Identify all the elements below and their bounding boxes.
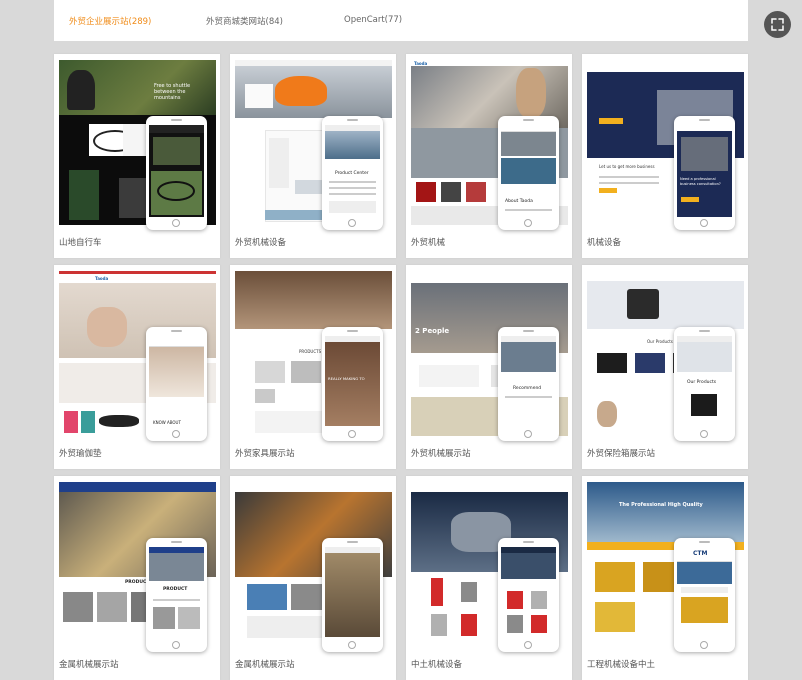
zoom-icon bbox=[771, 18, 784, 31]
template-caption: 金属机械展示站 bbox=[235, 660, 295, 670]
template-caption: 外贸机械 bbox=[411, 238, 446, 248]
thumb-heading: Our Products bbox=[647, 339, 673, 344]
mobile-preview: Product Center bbox=[322, 116, 383, 230]
template-caption: 外贸家具展示站 bbox=[235, 449, 295, 459]
template-card[interactable]: The Professional High Quality CTM 工程机械设备… bbox=[582, 476, 748, 680]
mobile-preview: About Taoda bbox=[498, 116, 559, 230]
template-card[interactable]: 2 People Recommend 外贸机械展示站 bbox=[406, 265, 572, 469]
template-card[interactable]: 金属机械展示站 bbox=[230, 476, 396, 680]
tab-mall-sites[interactable]: 外贸商城类网站(84) bbox=[206, 15, 283, 27]
template-card[interactable]: 中土机械设备 bbox=[406, 476, 572, 680]
template-caption: 机械设备 bbox=[587, 238, 622, 248]
template-caption: 外贸保险箱展示站 bbox=[587, 449, 656, 459]
phone-heading: Need a professional business consultatio… bbox=[680, 177, 721, 186]
template-card[interactable]: Free to shuttle between the mountains 山地… bbox=[54, 54, 220, 258]
template-caption: 金属机械展示站 bbox=[59, 660, 119, 670]
mobile-preview: PRODUCT bbox=[146, 538, 207, 652]
mobile-preview: KNOW ABOUT bbox=[146, 327, 207, 441]
mobile-preview: Need a professional business consultatio… bbox=[674, 116, 735, 230]
template-caption: 中土机械设备 bbox=[411, 660, 463, 670]
template-caption: 外贸机械设备 bbox=[235, 238, 287, 248]
template-card[interactable]: PRODUCT PRODUCT 金属机械展示站 bbox=[54, 476, 220, 680]
tab-enterprise-showcase[interactable]: 外贸企业展示站(289) bbox=[69, 15, 151, 27]
template-caption: 山地自行车 bbox=[59, 238, 102, 248]
thumb-heading: Free to shuttle between the mountains bbox=[154, 83, 191, 101]
mobile-preview bbox=[146, 116, 207, 230]
template-card[interactable]: Our Products Our Products 外贸保险箱展示站 bbox=[582, 265, 748, 469]
phone-heading: Recommend bbox=[513, 386, 542, 391]
phone-heading: Our Products bbox=[687, 380, 717, 385]
template-card[interactable]: PRODUCTS CATEGORY REALLY MAKING TO 外贸家具展… bbox=[230, 265, 396, 469]
template-card[interactable]: Taoda About Taoda 外贸机械 bbox=[406, 54, 572, 258]
template-caption: 外贸机械展示站 bbox=[411, 449, 471, 459]
thumb-heading: Let us to get more business bbox=[599, 164, 655, 169]
mobile-preview: Our Products bbox=[674, 327, 735, 441]
phone-logo: CTM bbox=[693, 550, 708, 557]
thumb-heading: 2 People bbox=[415, 327, 450, 335]
template-caption: 外贸瑜伽垫 bbox=[59, 449, 102, 459]
phone-heading: PRODUCT bbox=[163, 587, 188, 592]
mobile-preview: REALLY MAKING TO bbox=[322, 327, 383, 441]
category-tab-bar: 外贸企业展示站(289) 外贸商城类网站(84) OpenCart(77) bbox=[54, 0, 748, 41]
mobile-preview bbox=[322, 538, 383, 652]
mobile-preview: Recommend bbox=[498, 327, 559, 441]
phone-heading: About Taoda bbox=[505, 199, 533, 204]
tab-opencart[interactable]: OpenCart(77) bbox=[344, 15, 402, 25]
template-card[interactable]: Taoda KNOW ABOUT 外贸瑜伽垫 bbox=[54, 265, 220, 469]
phone-heading: Product Center bbox=[335, 171, 369, 176]
thumb-heading: The Professional High Quality bbox=[619, 502, 703, 508]
zoom-button[interactable] bbox=[764, 11, 791, 38]
template-card[interactable]: Product Center 外贸机械设备 bbox=[230, 54, 396, 258]
mobile-preview: CTM bbox=[674, 538, 735, 652]
template-caption: 工程机械设备中土 bbox=[587, 660, 656, 670]
mobile-preview bbox=[498, 538, 559, 652]
phone-heading: KNOW ABOUT bbox=[153, 420, 181, 425]
thumb-logo: Taoda bbox=[95, 276, 109, 281]
template-card[interactable]: Let us to get more business Need a profe… bbox=[582, 54, 748, 258]
phone-heading: REALLY MAKING TO bbox=[328, 376, 365, 381]
